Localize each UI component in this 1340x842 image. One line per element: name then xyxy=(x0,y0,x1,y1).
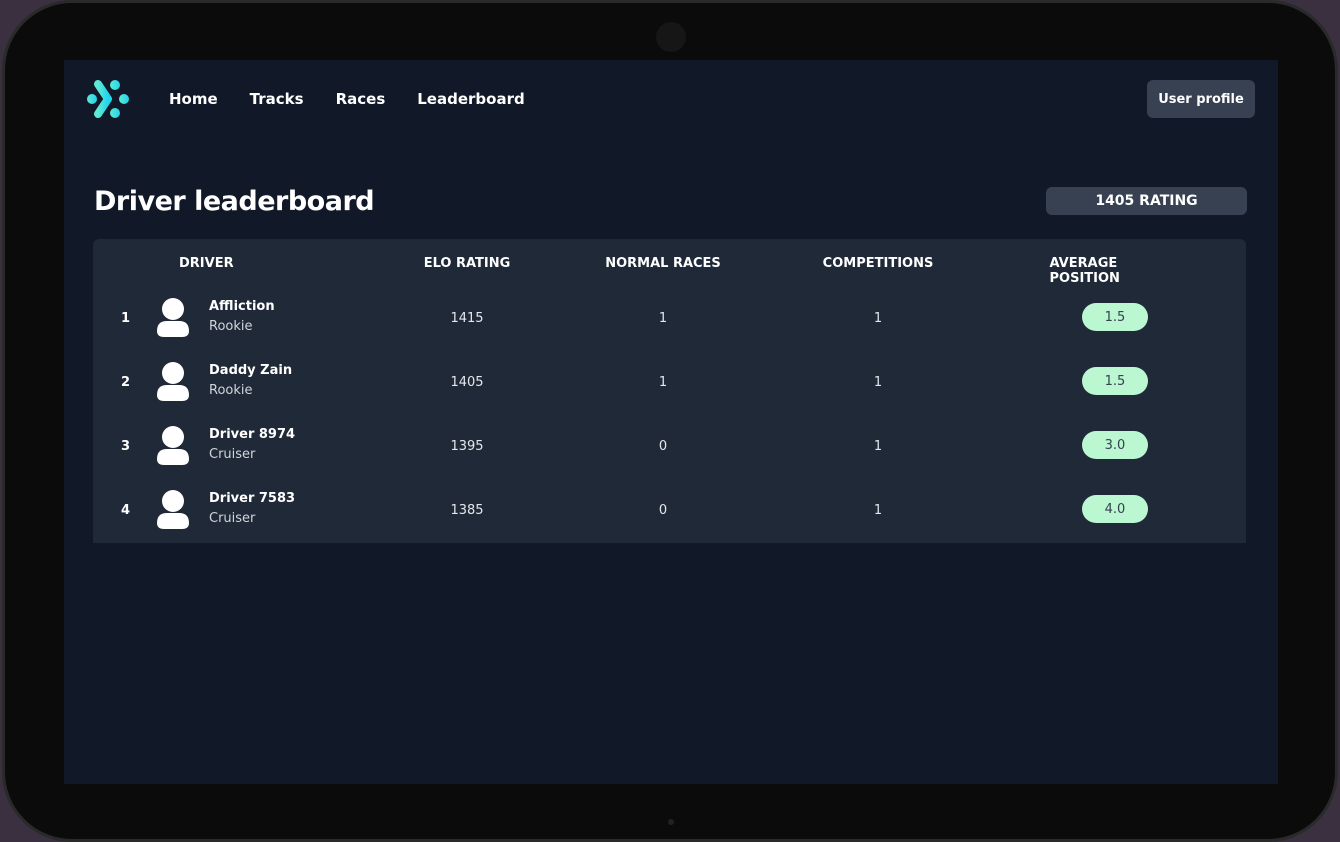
average-position-badge: 3.0 xyxy=(1082,431,1148,459)
avatar-icon xyxy=(157,298,189,337)
driver-name[interactable]: Driver 8974 xyxy=(209,427,295,442)
nav-home[interactable]: Home xyxy=(169,90,218,108)
sensor-dot xyxy=(668,819,674,825)
competitions: 1 xyxy=(873,311,883,326)
header-elo: ELO RATING xyxy=(423,256,511,271)
competitions: 1 xyxy=(873,503,883,518)
rank: 2 xyxy=(121,375,131,390)
average-position-badge: 1.5 xyxy=(1082,303,1148,331)
app-screen: Home Tracks Races Leaderboard User profi… xyxy=(64,60,1278,784)
driver-tier: Rookie xyxy=(209,383,253,398)
logo-icon[interactable] xyxy=(86,80,130,120)
camera xyxy=(656,22,686,52)
main-nav: Home Tracks Races Leaderboard xyxy=(169,90,525,108)
average-position-badge: 4.0 xyxy=(1082,495,1148,523)
table-row[interactable]: 2 Daddy Zain Rookie 1405 1 1 1.5 xyxy=(93,351,1246,415)
competitions: 1 xyxy=(873,375,883,390)
elo-rating: 1395 xyxy=(450,439,484,454)
avatar-icon xyxy=(157,362,189,401)
nav-leaderboard[interactable]: Leaderboard xyxy=(417,90,524,108)
driver-name[interactable]: Daddy Zain xyxy=(209,363,292,378)
rank: 1 xyxy=(121,311,131,326)
driver-tier: Cruiser xyxy=(209,511,256,526)
elo-rating: 1405 xyxy=(450,375,484,390)
rating-badge: 1405 RATING xyxy=(1046,187,1247,215)
driver-tier: Cruiser xyxy=(209,447,256,462)
competitions: 1 xyxy=(873,439,883,454)
normal-races: 1 xyxy=(658,375,668,390)
page-title: Driver leaderboard xyxy=(94,186,375,217)
normal-races: 1 xyxy=(658,311,668,326)
elo-rating: 1415 xyxy=(450,311,484,326)
avatar-icon xyxy=(157,490,189,529)
driver-tier: Rookie xyxy=(209,319,253,334)
driver-name[interactable]: Driver 7583 xyxy=(209,491,295,506)
normal-races: 0 xyxy=(658,439,668,454)
table-row[interactable]: 1 Affliction Rookie 1415 1 1 1.5 xyxy=(93,287,1246,351)
elo-rating: 1385 xyxy=(450,503,484,518)
nav-tracks[interactable]: Tracks xyxy=(250,90,304,108)
normal-races: 0 xyxy=(658,503,668,518)
header-normal-races: NORMAL RACES xyxy=(605,256,721,271)
header-driver: DRIVER xyxy=(179,256,234,271)
user-profile-button[interactable]: User profile xyxy=(1147,80,1255,118)
nav-races[interactable]: Races xyxy=(336,90,386,108)
driver-name[interactable]: Affliction xyxy=(209,299,275,314)
header-average-position: AVERAGE POSITION xyxy=(1049,256,1120,286)
header-competitions: COMPETITIONS xyxy=(822,256,934,271)
table-row[interactable]: 4 Driver 7583 Cruiser 1385 0 1 4.0 xyxy=(93,479,1246,543)
rank: 4 xyxy=(121,503,131,518)
avatar-icon xyxy=(157,426,189,465)
table-row[interactable]: 3 Driver 8974 Cruiser 1395 0 1 3.0 xyxy=(93,415,1246,479)
average-position-badge: 1.5 xyxy=(1082,367,1148,395)
rank: 3 xyxy=(121,439,131,454)
leaderboard-table: DRIVER ELO RATING NORMAL RACES COMPETITI… xyxy=(93,239,1246,543)
